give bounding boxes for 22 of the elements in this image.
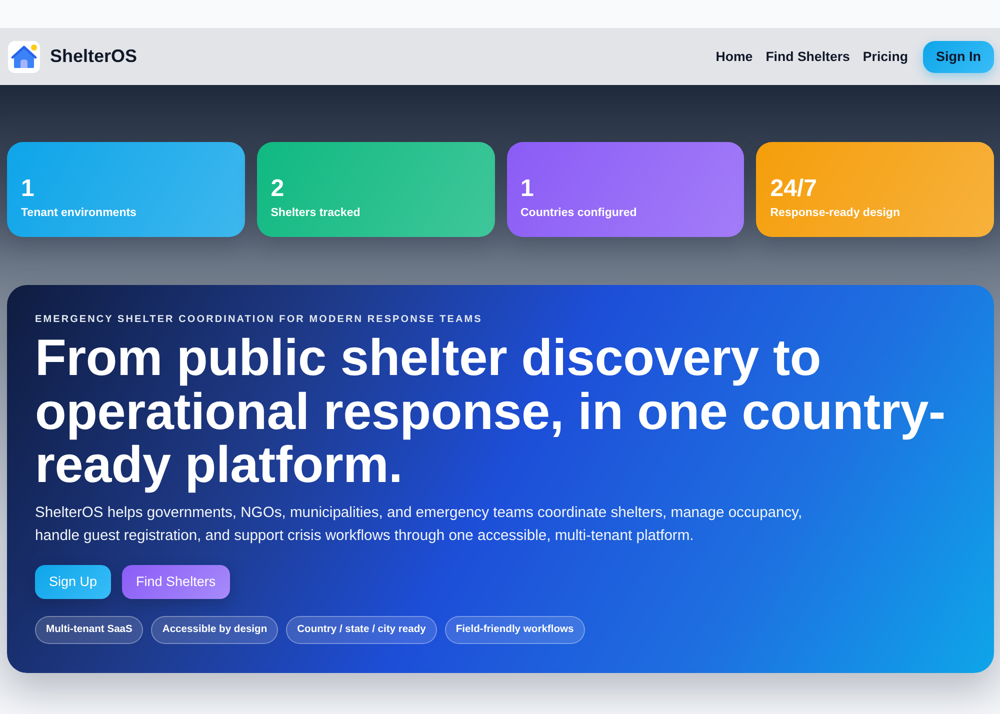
house-logo-icon: [8, 40, 40, 72]
stat-label: Countries configured: [520, 206, 638, 220]
feature-tag: Accessible by design: [151, 616, 278, 644]
nav-link[interactable]: Find Shelters: [766, 45, 850, 68]
nav-link[interactable]: Home: [716, 45, 753, 68]
hero-eyebrow: EMERGENCY SHELTER COORDINATION FOR MODERN RESPONSE TEAMS: [35, 314, 482, 326]
stat-value: 1: [520, 176, 535, 202]
stat-label: Response-ready design: [770, 206, 901, 220]
stat-value: 1: [21, 176, 36, 202]
stat-label: Shelters tracked: [270, 206, 362, 220]
feature-tag: Field-friendly workflows: [444, 616, 585, 644]
nav-link[interactable]: Pricing: [862, 45, 908, 68]
hero-description: ShelterOS helps governments, NGOs, municipalities, and emergency teams coordinate shelters, manage occupancy, handle guest registration, and support crisis workflows through one accessible, multi-tenant platform.: [35, 504, 804, 546]
stat-value: 24/7: [770, 176, 818, 202]
stat-label: Tenant environments: [21, 206, 138, 220]
feature-tag: Country / state / city ready: [286, 616, 437, 644]
find-shelters-button[interactable]: Find Shelters: [122, 564, 230, 598]
hero-headline: From public shelter discovery to operational response, in one country-ready platform.: [35, 331, 946, 492]
sign-in-button[interactable]: Sign In: [923, 40, 994, 72]
brand-name: ShelterOS: [50, 46, 138, 67]
stat-value: 2: [270, 176, 286, 202]
feature-tag: Multi-tenant SaaS: [35, 616, 144, 644]
